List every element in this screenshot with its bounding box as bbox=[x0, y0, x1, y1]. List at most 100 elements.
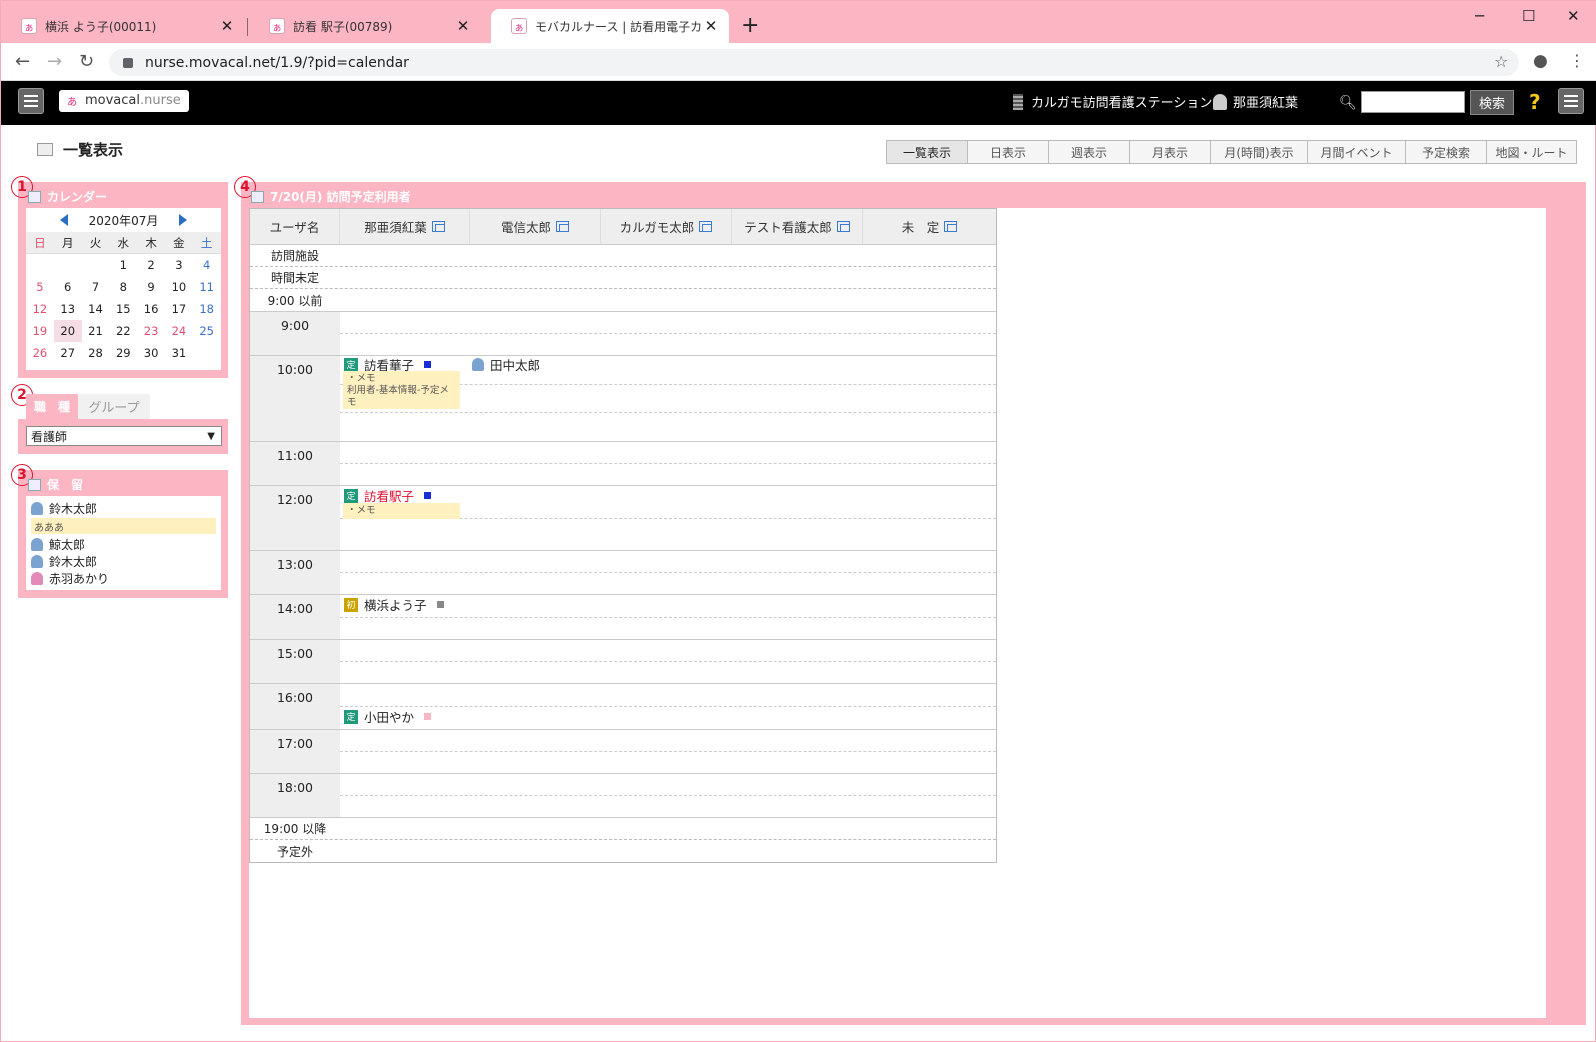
hour-row[interactable]: 11:00 bbox=[250, 442, 996, 486]
calendar-day[interactable]: 30 bbox=[137, 342, 165, 364]
calendar-day[interactable]: 5 bbox=[26, 276, 54, 298]
staff-column[interactable]: 那亜須紅葉 bbox=[340, 209, 470, 244]
occupation-select[interactable]: 看護師 ▼ bbox=[26, 426, 222, 446]
visit-event[interactable]: 定 小田やか bbox=[344, 707, 432, 726]
schedule-row[interactable]: 9:00 以前 bbox=[250, 289, 996, 312]
close-tab-icon[interactable]: ✕ bbox=[455, 17, 471, 35]
main-menu-button[interactable] bbox=[1558, 88, 1584, 114]
hour-row[interactable]: 17:00 bbox=[250, 730, 996, 774]
side-menu-button[interactable] bbox=[18, 88, 44, 114]
help-icon[interactable]: ? bbox=[1529, 90, 1541, 114]
time-slot[interactable] bbox=[340, 312, 996, 334]
time-slot[interactable] bbox=[340, 413, 996, 441]
open-window-icon[interactable] bbox=[556, 221, 569, 232]
visit-event[interactable]: 初 横浜よう子 bbox=[344, 595, 444, 614]
staff-column[interactable]: カルガモ太郎 bbox=[601, 209, 732, 244]
tab-month-time-view[interactable]: 月(時間)表示 bbox=[1211, 140, 1308, 164]
holding-item[interactable]: 鈴木太郎 bbox=[31, 500, 216, 517]
tab-list-view[interactable]: 一覧表示 bbox=[886, 140, 968, 164]
calendar-day[interactable]: 19 bbox=[26, 320, 54, 342]
calendar-day[interactable]: 31 bbox=[165, 342, 193, 364]
calendar-day[interactable]: 23 bbox=[137, 320, 165, 342]
open-window-icon[interactable] bbox=[836, 221, 850, 232]
calendar-day[interactable]: 17 bbox=[165, 298, 193, 320]
holding-item[interactable]: 赤羽あかり bbox=[31, 570, 216, 587]
calendar-day[interactable]: 16 bbox=[137, 298, 165, 320]
tab-week-view[interactable]: 週表示 bbox=[1049, 140, 1130, 164]
profile-icon[interactable]: ● bbox=[1533, 51, 1548, 71]
time-slot[interactable] bbox=[340, 464, 996, 485]
minimize-icon[interactable]: ─ bbox=[1475, 7, 1484, 25]
calendar-day[interactable]: 6 bbox=[54, 276, 82, 298]
calendar-day[interactable]: 2 bbox=[137, 254, 165, 276]
calendar-day[interactable]: 22 bbox=[109, 320, 137, 342]
hour-row[interactable]: 9:00 bbox=[250, 312, 996, 356]
schedule-row[interactable]: 訪問施設 bbox=[250, 245, 996, 267]
schedule-row[interactable]: 時間未定 bbox=[250, 267, 996, 289]
time-slot[interactable] bbox=[340, 551, 996, 573]
calendar-day[interactable]: 8 bbox=[109, 276, 137, 298]
open-window-icon[interactable] bbox=[944, 221, 958, 232]
browser-tab-2[interactable]: ぁ 訪看 駅子(00789) ✕ bbox=[249, 9, 481, 43]
tab-map-route[interactable]: 地図・ルート bbox=[1487, 140, 1577, 164]
forward-arrow-icon[interactable]: → bbox=[47, 51, 62, 72]
open-window-icon[interactable] bbox=[431, 221, 445, 232]
time-slot[interactable] bbox=[340, 640, 996, 662]
calendar-day[interactable]: 25 bbox=[193, 320, 221, 342]
url-field[interactable]: nurse.movacal.net/1.9/?pid=calendar bbox=[109, 49, 1519, 76]
time-slot[interactable] bbox=[340, 752, 996, 773]
time-slot[interactable] bbox=[340, 618, 996, 640]
tab-occupation[interactable]: 職 種 bbox=[26, 394, 78, 419]
maximize-icon[interactable]: ☐ bbox=[1522, 7, 1535, 25]
time-slot[interactable] bbox=[340, 442, 996, 464]
close-tab-icon[interactable]: ✕ bbox=[703, 17, 719, 35]
tab-group[interactable]: グループ bbox=[78, 394, 150, 419]
schedule-row[interactable]: 予定外 bbox=[250, 840, 996, 862]
tab-schedule-search[interactable]: 予定検索 bbox=[1406, 140, 1487, 164]
calendar-day[interactable]: 10 bbox=[165, 276, 193, 298]
calendar-day[interactable]: 29 bbox=[109, 342, 137, 364]
search-button[interactable]: 検索 bbox=[1470, 90, 1514, 115]
time-slot[interactable] bbox=[340, 774, 996, 796]
calendar-day[interactable]: 13 bbox=[54, 298, 82, 320]
calendar-day[interactable]: 21 bbox=[82, 320, 110, 342]
search-input[interactable] bbox=[1361, 91, 1465, 113]
hour-row[interactable]: 15:00 bbox=[250, 640, 996, 684]
holding-item[interactable]: 鯨太郎 bbox=[31, 536, 216, 553]
prev-month-icon[interactable] bbox=[60, 214, 68, 226]
calendar-day[interactable]: 3 bbox=[165, 254, 193, 276]
calendar-day[interactable]: 20 bbox=[53, 320, 82, 342]
calendar-day[interactable]: 18 bbox=[193, 298, 221, 320]
calendar-day[interactable]: 4 bbox=[193, 254, 221, 276]
calendar-day[interactable]: 24 bbox=[165, 320, 193, 342]
time-slot[interactable] bbox=[340, 684, 996, 707]
staff-column[interactable]: 未 定 bbox=[863, 209, 996, 244]
new-tab-button[interactable]: + bbox=[741, 13, 759, 38]
staff-column[interactable]: 電信太郎 bbox=[470, 209, 601, 244]
time-slot[interactable] bbox=[340, 796, 996, 817]
reload-icon[interactable]: ↻ bbox=[79, 51, 94, 72]
calendar-day[interactable]: 9 bbox=[137, 276, 165, 298]
schedule-row[interactable]: 19:00 以降 bbox=[250, 818, 996, 840]
staff-column[interactable]: テスト看護太郎 bbox=[732, 209, 863, 244]
calendar-day[interactable]: 7 bbox=[82, 276, 110, 298]
calendar-day[interactable]: 14 bbox=[82, 298, 110, 320]
browser-tab-1[interactable]: ぁ 横浜 よう子(00011) ✕ bbox=[1, 9, 245, 43]
browser-tab-3-active[interactable]: ぁ モバカルナース | 訪看用電子カルテ ✕ bbox=[491, 9, 729, 43]
next-month-icon[interactable] bbox=[179, 214, 187, 226]
close-tab-icon[interactable]: ✕ bbox=[219, 17, 235, 35]
movacal-logo[interactable]: ぁ movacal.nurse bbox=[59, 90, 189, 112]
close-window-icon[interactable]: ✕ bbox=[1567, 7, 1580, 25]
tab-month-event[interactable]: 月間イベント bbox=[1308, 140, 1406, 164]
calendar-day[interactable]: 12 bbox=[26, 298, 54, 320]
tab-day-view[interactable]: 日表示 bbox=[968, 140, 1049, 164]
time-slot[interactable] bbox=[340, 573, 996, 594]
calendar-day[interactable]: 28 bbox=[82, 342, 110, 364]
calendar-day[interactable]: 26 bbox=[26, 342, 54, 364]
calendar-day[interactable]: 1 bbox=[109, 254, 137, 276]
tab-month-view[interactable]: 月表示 bbox=[1130, 140, 1211, 164]
calendar-day[interactable]: 11 bbox=[193, 276, 221, 298]
calendar-day[interactable]: 15 bbox=[109, 298, 137, 320]
time-slot[interactable] bbox=[340, 662, 996, 683]
time-slot[interactable] bbox=[340, 730, 996, 752]
